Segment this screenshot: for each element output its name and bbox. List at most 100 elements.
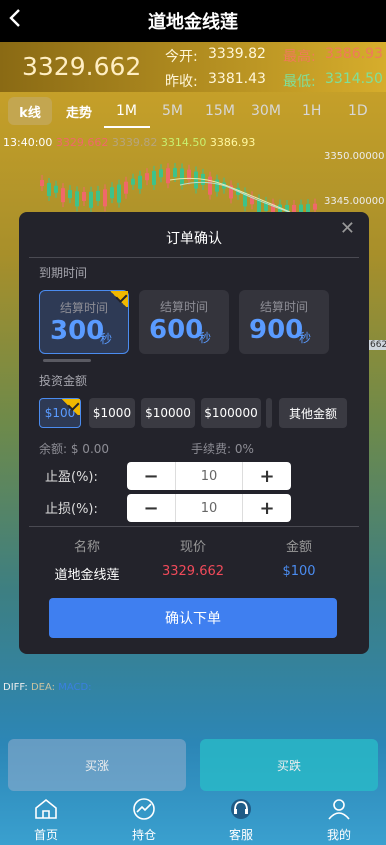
nav-item-profile[interactable]: 我的 (301, 795, 377, 845)
tab-period-15m[interactable]: 15M (205, 103, 235, 119)
nav-label: 我的 (326, 828, 351, 842)
plus-icon[interactable]: + (243, 462, 291, 490)
fee-text: 手续费: 0% (191, 442, 254, 456)
bottom-nav: 首页 持仓 客服 我的 (0, 795, 386, 845)
open-label: 今开: (165, 49, 198, 65)
expiry-option-600[interactable]: 结算时间 600 秒 (139, 290, 229, 354)
tab-period-5m[interactable]: 5M (162, 103, 183, 119)
indicator-v2: 3339.82 (111, 136, 158, 149)
candle (159, 169, 163, 178)
page-title: 道地金线莲 (148, 12, 238, 33)
checkmark-icon (60, 399, 80, 415)
chart-icon (131, 797, 157, 825)
candle (208, 176, 212, 195)
tab-period-1m[interactable]: 1M (116, 103, 137, 119)
expiry-option-unit: 秒 (299, 331, 312, 345)
take-profit-value[interactable]: 10 (175, 462, 243, 490)
expiry-option-unit: 秒 (100, 332, 113, 346)
nav-label: 客服 (228, 828, 253, 842)
expiry-option-value: 900 (249, 315, 304, 345)
nav-label: 首页 (33, 828, 58, 842)
home-icon (33, 797, 59, 825)
nav-item-positions[interactable]: 持仓 (106, 795, 182, 845)
tab-kline[interactable]: k线 (8, 97, 52, 125)
buy-down-button[interactable]: 买跌 (200, 739, 378, 791)
tab-period-30m[interactable]: 30M (251, 103, 281, 119)
dialog-title: 订单确认 (166, 231, 222, 247)
expiry-option-300[interactable]: 结算时间 300 秒 (39, 290, 129, 354)
price-tag: 662 (369, 340, 386, 350)
amount-label: $1000 (92, 406, 132, 420)
amount-100-button[interactable]: $100 (39, 398, 81, 428)
current-price: 3329.662 (22, 52, 142, 81)
stop-loss-stepper: − 10 + (127, 494, 291, 522)
take-profit-stepper: − 10 + (127, 462, 291, 490)
candle (75, 191, 79, 207)
amount-label: $10000 (145, 406, 191, 420)
other-amount-label: 其他金额 (288, 406, 337, 421)
candle (110, 187, 114, 199)
tab-trend[interactable]: 走势 (58, 97, 100, 125)
tab-period-1h[interactable]: 1H (302, 103, 321, 119)
column-name: 名称 (73, 540, 100, 555)
expiry-option-label: 结算时间 (259, 300, 308, 314)
row-name: 道地金线莲 (54, 568, 120, 583)
candle (166, 168, 170, 184)
close-icon[interactable]: ✕ (340, 218, 355, 239)
divider (29, 526, 359, 527)
row-price: 3329.662 (161, 564, 225, 579)
expiry-option-900[interactable]: 结算时间 900 秒 (239, 290, 329, 354)
top-bar: 道地金线莲 (0, 0, 386, 42)
indicator-v3: 3314.50 (160, 136, 207, 149)
nav-item-support[interactable]: 客服 (203, 795, 279, 845)
diff-label: DIFF: (3, 682, 28, 693)
indicator-v1: 3329.662 (55, 136, 109, 149)
macd-label: MACD: (58, 682, 92, 693)
tab-underline (104, 126, 150, 128)
candle (68, 190, 72, 199)
checkmark-icon (108, 291, 128, 307)
minus-icon[interactable]: − (127, 494, 175, 522)
candle (103, 189, 107, 207)
amount-100000-button[interactable]: $100000 (201, 398, 261, 428)
expiry-option-value: 300 (50, 316, 105, 346)
confirm-order-button[interactable]: 确认下单 (49, 598, 337, 638)
high-value: 3386.93 (325, 46, 383, 62)
expiry-scrollbar[interactable] (43, 359, 91, 362)
column-amount: 金额 (285, 540, 312, 555)
indicator-line: 13:40:00 3329.662 3339.82 3314.50 3386.9… (3, 136, 255, 149)
stop-loss-value[interactable]: 10 (175, 494, 243, 522)
minus-icon[interactable]: − (127, 462, 175, 490)
row-amount: $100 (282, 564, 316, 579)
candle (61, 188, 65, 203)
candle (117, 184, 121, 203)
plus-icon[interactable]: + (243, 494, 291, 522)
candle (131, 178, 135, 185)
chart-tabs: k线 走势 1M 5M 15M 30M 1H 1D (0, 92, 386, 130)
amount-separator (266, 398, 272, 428)
amount-10000-button[interactable]: $10000 (141, 398, 195, 428)
candle (145, 173, 149, 181)
nav-label: 持仓 (131, 828, 156, 842)
candle (180, 168, 184, 185)
macd-line: DIFF: DEA: MACD: (3, 682, 92, 693)
prev-close-label: 昨收: (165, 74, 198, 90)
open-value: 3339.82 (208, 46, 266, 62)
other-amount-button[interactable]: 其他金额 (279, 398, 347, 428)
chevron-left-icon[interactable] (8, 8, 22, 34)
indicator-time: 13:40:00 (3, 136, 53, 149)
amount-1000-button[interactable]: $1000 (89, 398, 135, 428)
candle (82, 191, 86, 201)
low-label: 最低: (283, 74, 316, 90)
candle (54, 185, 58, 193)
prev-close-value: 3381.43 (208, 71, 266, 87)
candle (194, 171, 198, 189)
nav-item-home[interactable]: 首页 (8, 795, 84, 845)
buy-up-button[interactable]: 买涨 (8, 739, 186, 791)
headset-icon (228, 797, 254, 825)
amount-label: $100000 (204, 406, 258, 420)
invest-label: 投资金额 (39, 374, 88, 388)
user-icon (326, 797, 352, 825)
tab-period-1d[interactable]: 1D (348, 103, 368, 119)
order-confirm-dialog: 订单确认 ✕ 到期时间 结算时间 300 秒 结算时间 600 秒 结算时间 9… (19, 212, 369, 654)
